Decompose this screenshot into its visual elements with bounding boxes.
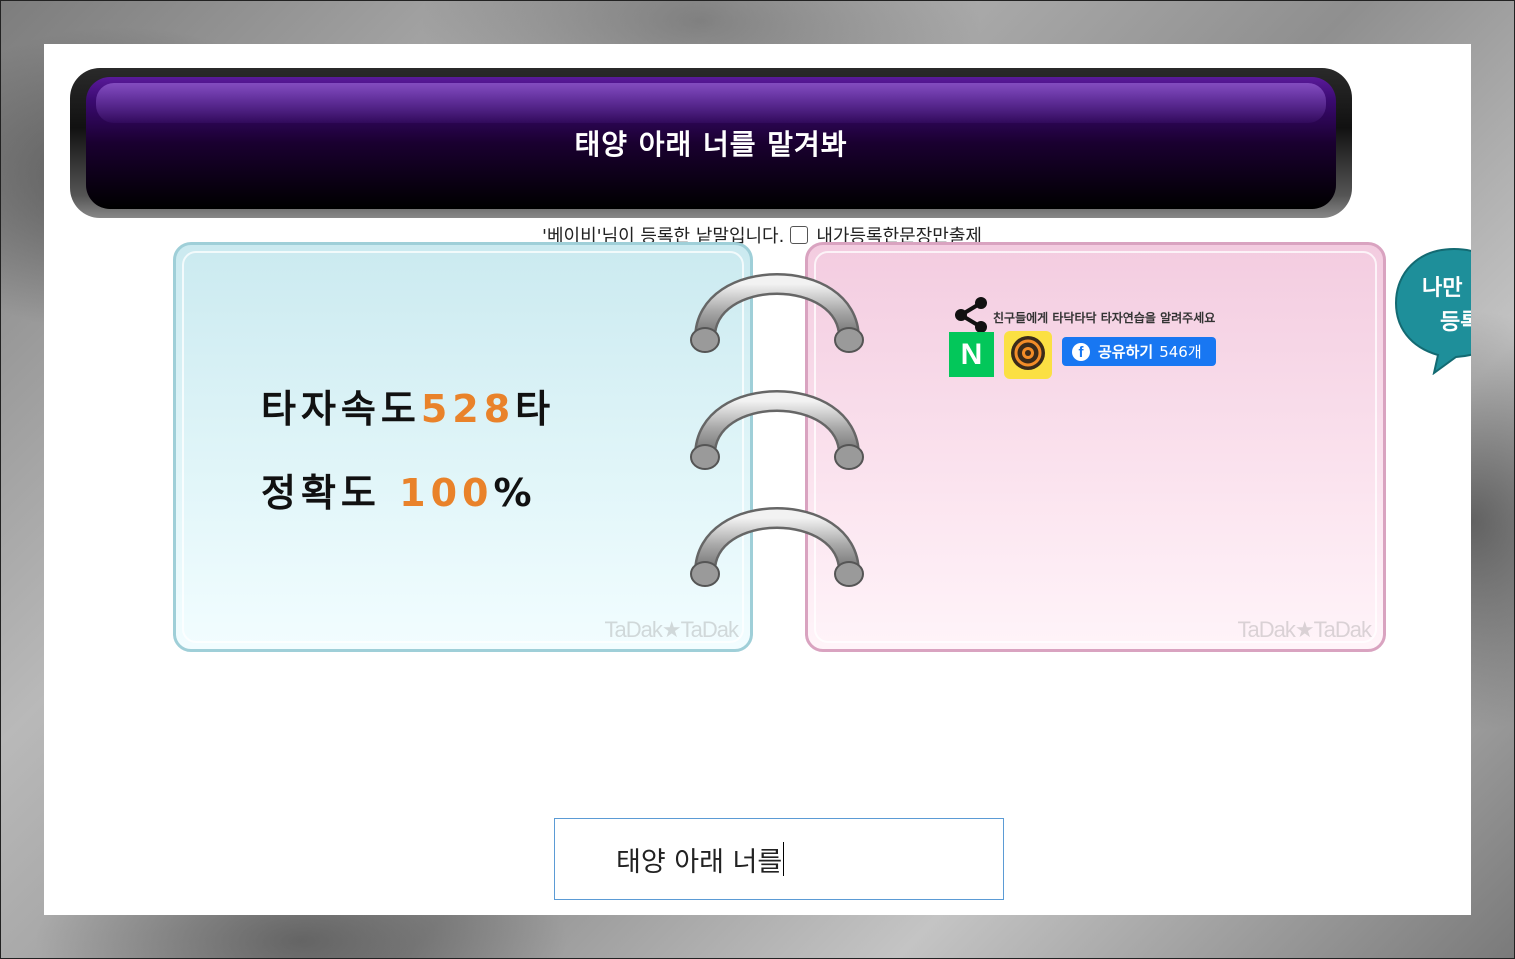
accuracy-unit: %	[493, 471, 537, 515]
naver-icon: N	[960, 337, 983, 371]
share-text: 친구들에게 타닥타닥 타자연습을 알려주세요	[993, 310, 1216, 325]
accuracy-value: 100	[399, 471, 494, 515]
facebook-share-button[interactable]: f 공유하기 546개	[1062, 337, 1216, 366]
watermark-right: TaDak★TaDak	[1237, 617, 1372, 642]
facebook-share-label: 공유하기	[1098, 343, 1154, 361]
watermark-left: TaDak★TaDak	[604, 617, 739, 642]
main-frame: 태양 아래 너를 맡겨봐 '베이비'님이 등록한 낱말입니다. 내가등록한문장만…	[44, 44, 1471, 915]
left-notebook-page: 타자속도528타 정확도 100% TaDak★TaDak	[173, 242, 753, 652]
kakaostory-share-button[interactable]	[1004, 331, 1052, 379]
title-banner-inner: 태양 아래 너를 맡겨봐	[86, 77, 1336, 209]
register-my-sentence-bubble[interactable]: 나만 등록	[1394, 247, 1471, 376]
facebook-icon: f	[1072, 342, 1090, 361]
bubble-line2: 등록	[1440, 310, 1471, 335]
binder-ring-icon	[690, 507, 864, 587]
right-notebook-page: 친구들에게 타닥타닥 타자연습을 알려주세요 N f 공유하기 546개 TaD…	[805, 242, 1386, 652]
title-banner: 태양 아래 너를 맡겨봐	[70, 68, 1352, 218]
typing-speed: 타자속도528타	[261, 378, 555, 433]
accuracy-label: 정확도	[261, 471, 381, 515]
naver-share-button[interactable]: N	[949, 332, 994, 377]
text-cursor	[783, 842, 785, 876]
bubble-line1: 나만	[1422, 276, 1462, 301]
speed-unit: 타	[515, 387, 556, 431]
kakaostory-icon	[1009, 334, 1047, 376]
accuracy: 정확도 100%	[261, 462, 537, 517]
my-sentences-only-checkbox[interactable]	[790, 226, 809, 244]
binder-ring-icon	[690, 273, 864, 353]
speed-value: 528	[420, 387, 516, 431]
speed-label: 타자속도	[261, 387, 421, 431]
sentence-title: 태양 아래 너를 맡겨봐	[574, 128, 848, 161]
typing-input-value: 태양 아래 너를	[616, 846, 783, 878]
binder-ring-icon	[690, 390, 864, 470]
typing-input[interactable]: 태양 아래 너를	[554, 818, 1004, 900]
facebook-share-count: 546개	[1159, 343, 1202, 361]
